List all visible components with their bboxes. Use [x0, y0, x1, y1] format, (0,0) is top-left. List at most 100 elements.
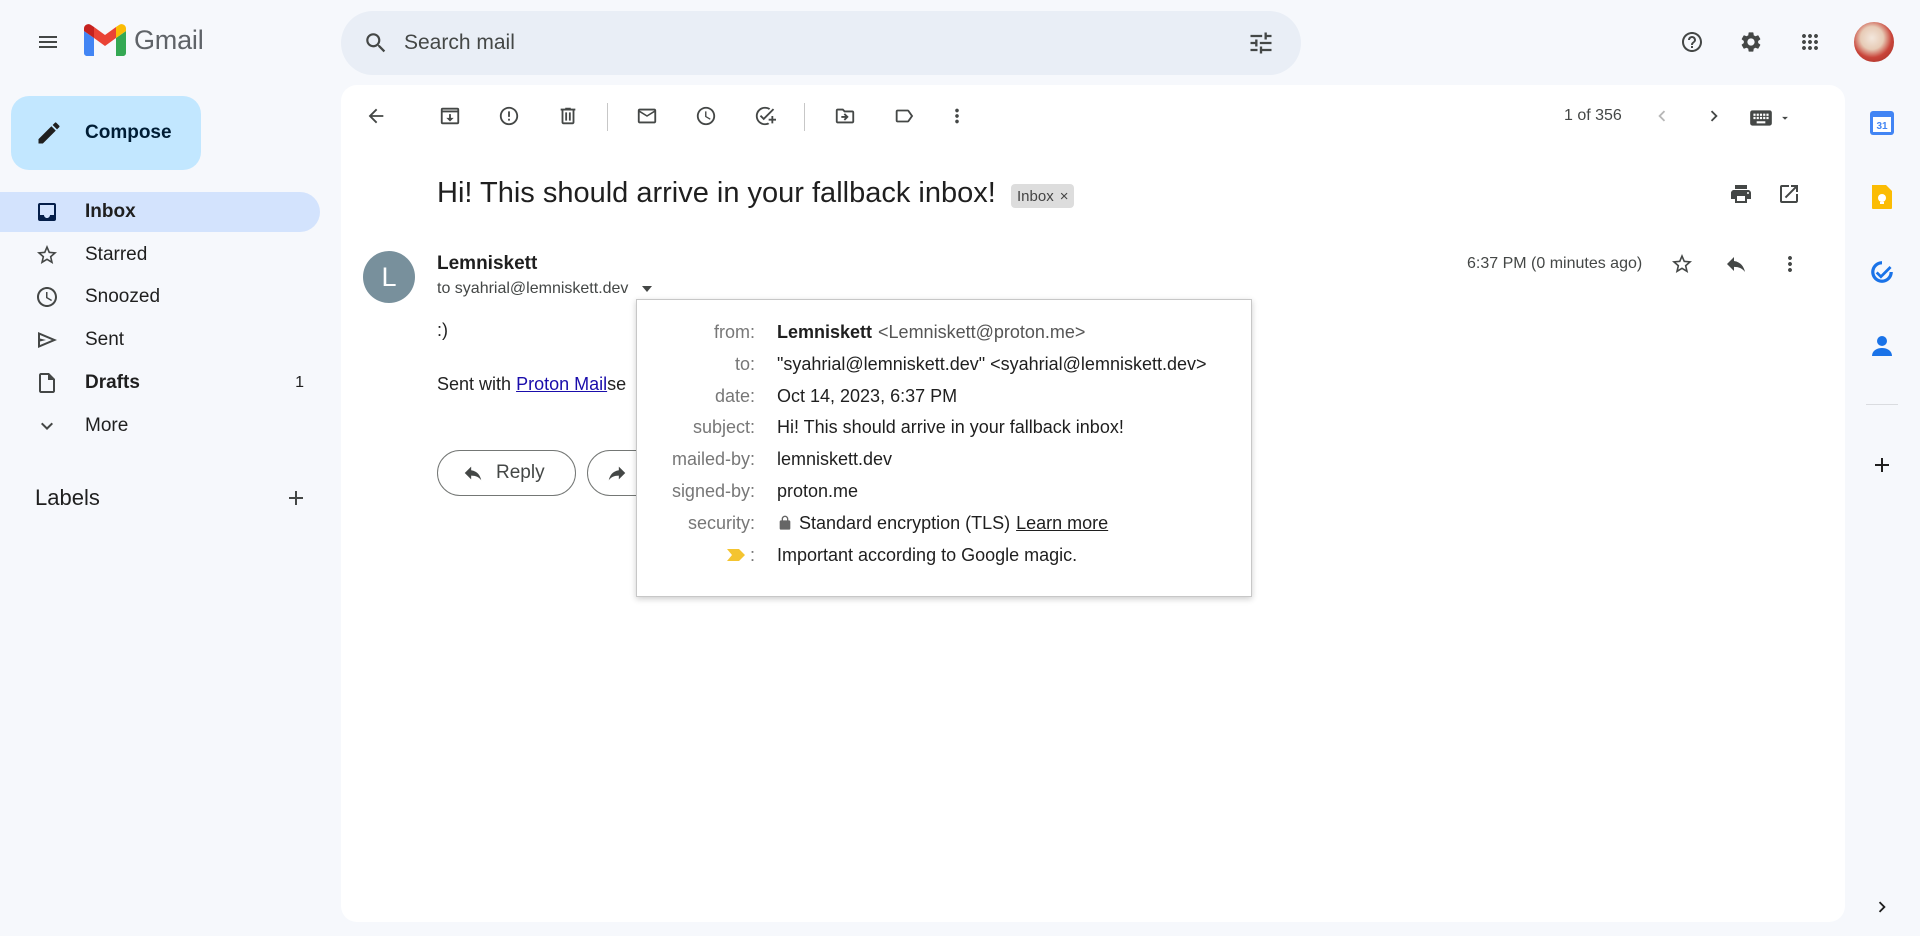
print-all-button[interactable]: [1717, 170, 1765, 218]
detail-importance-row: : Important according to Google magic.: [637, 541, 1253, 569]
keyboard-icon: [1750, 110, 1772, 126]
gmail-logo[interactable]: Gmail: [84, 24, 204, 56]
detail-key: subject:: [692, 416, 755, 437]
add-task-icon: [755, 106, 776, 126]
support-button[interactable]: [1668, 18, 1716, 66]
tasks-app-button[interactable]: [1862, 252, 1902, 292]
more-actions-button[interactable]: [937, 96, 977, 136]
nav-label: Drafts: [85, 372, 140, 393]
older-button[interactable]: [1694, 96, 1734, 136]
show-details-caret-icon[interactable]: [642, 286, 653, 292]
label-icon: [895, 109, 914, 123]
show-side-panel-button[interactable]: [1862, 887, 1902, 927]
compose-label: Compose: [85, 122, 172, 143]
calendar-app-button[interactable]: 31: [1862, 103, 1902, 143]
detail-value: Oct 14, 2023, 6:37 PM: [777, 385, 958, 406]
nav-label: Starred: [85, 244, 148, 265]
newer-button[interactable]: [1642, 96, 1682, 136]
reply-button[interactable]: Reply: [437, 450, 576, 496]
search-bar[interactable]: [341, 11, 1301, 75]
account-avatar[interactable]: [1852, 20, 1896, 64]
plus-icon: [289, 491, 303, 505]
reply-icon: [1727, 257, 1745, 272]
snooze-button[interactable]: [686, 96, 726, 136]
delete-button[interactable]: [548, 96, 588, 136]
clock-icon: [696, 106, 716, 126]
detail-key: signed-by:: [671, 480, 755, 501]
nav-count: 1: [295, 374, 304, 391]
security-text: Standard encryption (TLS): [799, 512, 1011, 533]
more-vert-icon: [1788, 256, 1792, 272]
contacts-app-button[interactable]: [1862, 326, 1902, 366]
learn-more-link[interactable]: Learn more: [1016, 513, 1108, 534]
detail-signed-by-row: signed-by: proton.me: [637, 477, 1253, 505]
mark-unread-button[interactable]: [627, 96, 667, 136]
nav-item-sent[interactable]: Sent: [0, 320, 320, 360]
labels-button[interactable]: [884, 96, 924, 136]
contacts-person-icon: [1872, 336, 1892, 356]
sender-avatar[interactable]: L: [363, 251, 415, 303]
importance-key: :: [749, 544, 755, 565]
add-to-tasks-button[interactable]: [745, 96, 785, 136]
move-to-button[interactable]: [825, 96, 865, 136]
google-apps-button[interactable]: [1786, 18, 1834, 66]
report-spam-button[interactable]: [489, 96, 529, 136]
recipient-line: to syahrial@lemniskett.dev: [437, 280, 653, 298]
search-options-button[interactable]: [1241, 23, 1281, 63]
tasks-check-icon: [1871, 261, 1893, 283]
search-button[interactable]: [356, 23, 396, 63]
clock-icon: [35, 285, 59, 309]
detail-security-row: security: Standard encryption (TLS) Lear…: [637, 509, 1253, 537]
nav-label: Snoozed: [85, 286, 161, 307]
settings-button[interactable]: [1727, 18, 1775, 66]
gear-icon: [1741, 32, 1761, 52]
tune-icon: [1250, 32, 1272, 54]
main-menu-button[interactable]: [24, 18, 72, 66]
message-more-button[interactable]: [1766, 240, 1814, 288]
detail-value: Important according to Google magic.: [777, 544, 1078, 565]
sender-name[interactable]: Lemniskett: [437, 253, 537, 275]
app-name: Gmail: [134, 24, 204, 55]
nav-item-more[interactable]: More: [0, 406, 320, 446]
nav-item-drafts[interactable]: Drafts 1: [0, 363, 320, 403]
keep-app-button[interactable]: [1862, 177, 1902, 217]
pencil-icon: [38, 122, 60, 144]
reply-icon-button[interactable]: [1712, 240, 1760, 288]
star-outline-icon: [35, 243, 59, 267]
nav-label: More: [85, 415, 129, 436]
star-button[interactable]: [1658, 240, 1706, 288]
nav-item-starred[interactable]: Starred: [0, 235, 320, 275]
detail-to-row: to: "syahrial@lemniskett.dev" <syahrial@…: [637, 350, 1253, 378]
nav-item-inbox[interactable]: Inbox: [0, 192, 320, 232]
trash-icon: [560, 107, 576, 125]
detail-value: lemniskett.dev: [777, 448, 893, 469]
create-label-button[interactable]: [272, 474, 320, 522]
calendar-day: 31: [1876, 121, 1888, 132]
archive-button[interactable]: [430, 96, 470, 136]
caret-down-icon: [1782, 116, 1788, 120]
gmail-m-icon: [84, 24, 126, 56]
detail-subject-row: subject: Hi! This should arrive in your …: [637, 413, 1253, 441]
back-button[interactable]: [356, 96, 396, 136]
keep-bulb-icon: [1872, 185, 1892, 209]
nav-item-snoozed[interactable]: Snoozed: [0, 277, 320, 317]
detail-value: Standard encryption (TLS) Learn more: [777, 513, 1108, 534]
detail-key: security:: [687, 512, 755, 533]
remove-label-icon[interactable]: ×: [1060, 188, 1069, 205]
search-icon: [366, 33, 386, 53]
report-icon: [499, 106, 519, 126]
more-vert-icon: [955, 108, 959, 124]
detail-key: :: [637, 545, 757, 566]
open-new-window-button[interactable]: [1765, 170, 1813, 218]
detail-value: Lemniskett <Lemniskett@proton.me>: [777, 322, 1085, 343]
input-tools-button[interactable]: [1748, 100, 1800, 136]
apps-grid-icon: [1802, 34, 1818, 50]
detail-from-row: from: Lemniskett <Lemniskett@proton.me>: [637, 318, 1253, 346]
detail-value: "syahrial@lemniskett.dev" <syahrial@lemn…: [777, 353, 1207, 374]
search-input[interactable]: [404, 31, 1241, 55]
message-details-popup: from: Lemniskett <Lemniskett@proton.me> …: [636, 299, 1252, 597]
proton-mail-link[interactable]: Proton Mail: [516, 374, 607, 394]
compose-button[interactable]: Compose: [11, 96, 201, 170]
get-addons-button[interactable]: [1862, 445, 1902, 485]
forward-icon: [608, 466, 626, 481]
